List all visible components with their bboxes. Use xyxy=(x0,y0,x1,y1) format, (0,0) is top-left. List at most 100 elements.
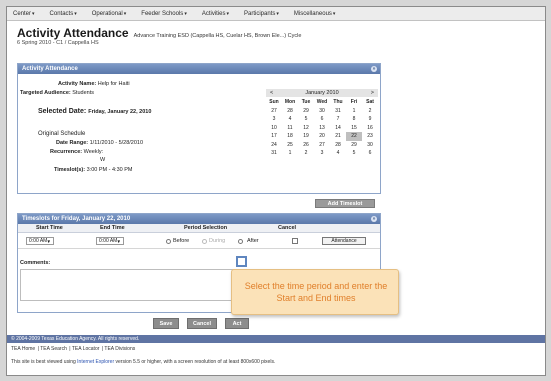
calendar-month: January 2010 xyxy=(305,90,339,96)
calendar-day[interactable]: 5 xyxy=(298,115,314,124)
start-time-value: 0:00 AM xyxy=(29,238,48,244)
browser-viewport: Center▾ Contacts▾ Operational▾ Feeder Sc… xyxy=(6,6,546,376)
calendar-day[interactable]: 15 xyxy=(346,124,362,133)
calendar-day[interactable]: 12 xyxy=(298,124,314,133)
calendar-day[interactable]: 28 xyxy=(282,107,298,116)
nav-operational[interactable]: Operational▾ xyxy=(92,11,127,17)
calendar-day[interactable]: 6 xyxy=(362,149,378,158)
calendar-day[interactable]: 16 xyxy=(362,124,378,133)
nav-participants[interactable]: Participants▾ xyxy=(244,11,279,17)
calendar-day[interactable]: 24 xyxy=(266,141,282,150)
attendance-button[interactable]: Attendance xyxy=(322,237,366,245)
calendar-day[interactable]: 11 xyxy=(282,124,298,133)
calendar-dow: Thu xyxy=(333,99,343,105)
chevron-down-icon: ▾ xyxy=(74,10,77,17)
footer-link-tea-home[interactable]: TEA Home xyxy=(11,346,35,352)
chevron-down-icon: ▾ xyxy=(184,10,187,17)
calendar-day[interactable]: 29 xyxy=(346,141,362,150)
activity-name-field: Activity Name: Help for Haiti xyxy=(58,81,130,87)
calendar-day[interactable]: 29 xyxy=(298,107,314,116)
calendar-day[interactable]: 4 xyxy=(330,149,346,158)
calendar-day[interactable]: 10 xyxy=(266,124,282,133)
date-range-field: Date Range: 1/11/2010 - 5/28/2010 xyxy=(56,140,143,146)
chevron-down-icon: ▾ xyxy=(332,10,336,17)
calendar-day[interactable]: 30 xyxy=(314,107,330,116)
calendar-day[interactable]: 6 xyxy=(314,115,330,124)
nav-center[interactable]: Center▾ xyxy=(13,11,35,17)
recurrence-day: W xyxy=(100,157,106,163)
calendar-day[interactable]: 30 xyxy=(362,141,378,150)
calendar-day[interactable]: 31 xyxy=(330,107,346,116)
after-radio[interactable] xyxy=(238,239,243,244)
col-end-time: End Time xyxy=(100,225,125,231)
calendar-day[interactable]: 4 xyxy=(282,115,298,124)
during-radio[interactable] xyxy=(202,239,207,244)
calendar-dow: Sun xyxy=(269,99,279,105)
calendar-day[interactable]: 1 xyxy=(346,107,362,116)
calendar-day[interactable]: 27 xyxy=(266,107,282,116)
nav-feeder-schools[interactable]: Feeder Schools▾ xyxy=(141,11,187,17)
targeted-audience-value: Students xyxy=(72,90,94,96)
calendar-day[interactable]: 20 xyxy=(314,132,330,141)
nav-miscellaneous[interactable]: Miscellaneous▾ xyxy=(294,11,336,17)
top-navigation: Center▾ Contacts▾ Operational▾ Feeder Sc… xyxy=(7,7,545,21)
calendar-day[interactable]: 13 xyxy=(314,124,330,133)
calendar-day[interactable]: 2 xyxy=(362,107,378,116)
footer-link-tea-divisions[interactable]: TEA Divisions xyxy=(104,346,135,352)
calendar-day[interactable]: 2 xyxy=(298,149,314,158)
nav-miscellaneous-label: Miscellaneous xyxy=(293,10,332,17)
calendar-day[interactable]: 17 xyxy=(266,132,282,141)
calendar-dow: Tue xyxy=(301,99,311,105)
selected-date-value: Friday, January 22, 2010 xyxy=(88,109,152,115)
save-button[interactable]: Save xyxy=(153,318,179,329)
timeslot-row: 0:00 AM ▼ 0:00 AM ▼ Before During After … xyxy=(18,233,380,249)
calendar-day[interactable]: 18 xyxy=(282,132,298,141)
footer-link-tea-search[interactable]: TEA Search xyxy=(40,346,67,352)
calendar-day[interactable]: 25 xyxy=(282,141,298,150)
calendar-next-icon[interactable]: > xyxy=(371,90,374,96)
calendar-dow: Fri xyxy=(350,99,358,105)
calendar-day[interactable]: 23 xyxy=(362,132,378,141)
add-timeslot-button[interactable]: Add Timeslot xyxy=(315,199,375,208)
cancel-button[interactable]: Cancel xyxy=(187,318,217,329)
nav-participants-label: Participants xyxy=(244,10,276,17)
nav-center-label: Center xyxy=(13,10,32,17)
footer-copyright: © 2004-2009 Texas Education Agency. All … xyxy=(7,335,545,343)
calendar-day[interactable]: 27 xyxy=(314,141,330,150)
timeslots-label: Timeslot(s): xyxy=(54,167,86,173)
calendar-day[interactable]: 19 xyxy=(298,132,314,141)
calendar-day[interactable]: 7 xyxy=(330,115,346,124)
end-time-select[interactable]: 0:00 AM ▼ xyxy=(96,237,124,245)
calendar-day[interactable]: 14 xyxy=(330,124,346,133)
calendar-dow: Wed xyxy=(316,99,328,105)
calendar-day[interactable]: 31 xyxy=(266,149,282,158)
calendar-day[interactable]: 9 xyxy=(362,115,378,124)
calendar-day[interactable]: 22 xyxy=(346,132,362,141)
before-radio[interactable] xyxy=(166,239,171,244)
start-time-select[interactable]: 0:00 AM ▼ xyxy=(26,237,54,245)
recurrence-label: Recurrence: xyxy=(50,149,83,155)
collapse-icon[interactable]: » xyxy=(371,66,377,72)
nav-activities[interactable]: Activities▾ xyxy=(202,11,229,17)
calendar-day[interactable]: 3 xyxy=(314,149,330,158)
nav-contacts[interactable]: Contacts▾ xyxy=(50,11,77,17)
highlight-box xyxy=(236,256,247,267)
calendar-prev-icon[interactable]: < xyxy=(270,90,273,96)
date-range-label: Date Range: xyxy=(56,140,89,146)
footer-link-tea-locator[interactable]: TEA Locator xyxy=(72,346,100,352)
calendar-day[interactable]: 28 xyxy=(330,141,346,150)
calendar-day[interactable]: 3 xyxy=(266,115,282,124)
cancel-checkbox[interactable] xyxy=(292,238,298,244)
instruction-callout: Select the time period and enter the Sta… xyxy=(231,269,399,315)
action-button[interactable]: Act xyxy=(225,318,249,329)
col-period-selection: Period Selection xyxy=(184,225,228,231)
calendar-day[interactable]: 5 xyxy=(346,149,362,158)
calendar-day[interactable]: 1 xyxy=(282,149,298,158)
collapse-icon[interactable]: » xyxy=(371,216,377,222)
activity-name-value: Help for Haiti xyxy=(97,81,130,87)
calendar-day[interactable]: 26 xyxy=(298,141,314,150)
internet-explorer-link[interactable]: Internet Explorer xyxy=(77,359,114,365)
calendar-day[interactable]: 8 xyxy=(346,115,362,124)
calendar-day[interactable]: 21 xyxy=(330,132,346,141)
before-label: Before xyxy=(173,238,190,244)
